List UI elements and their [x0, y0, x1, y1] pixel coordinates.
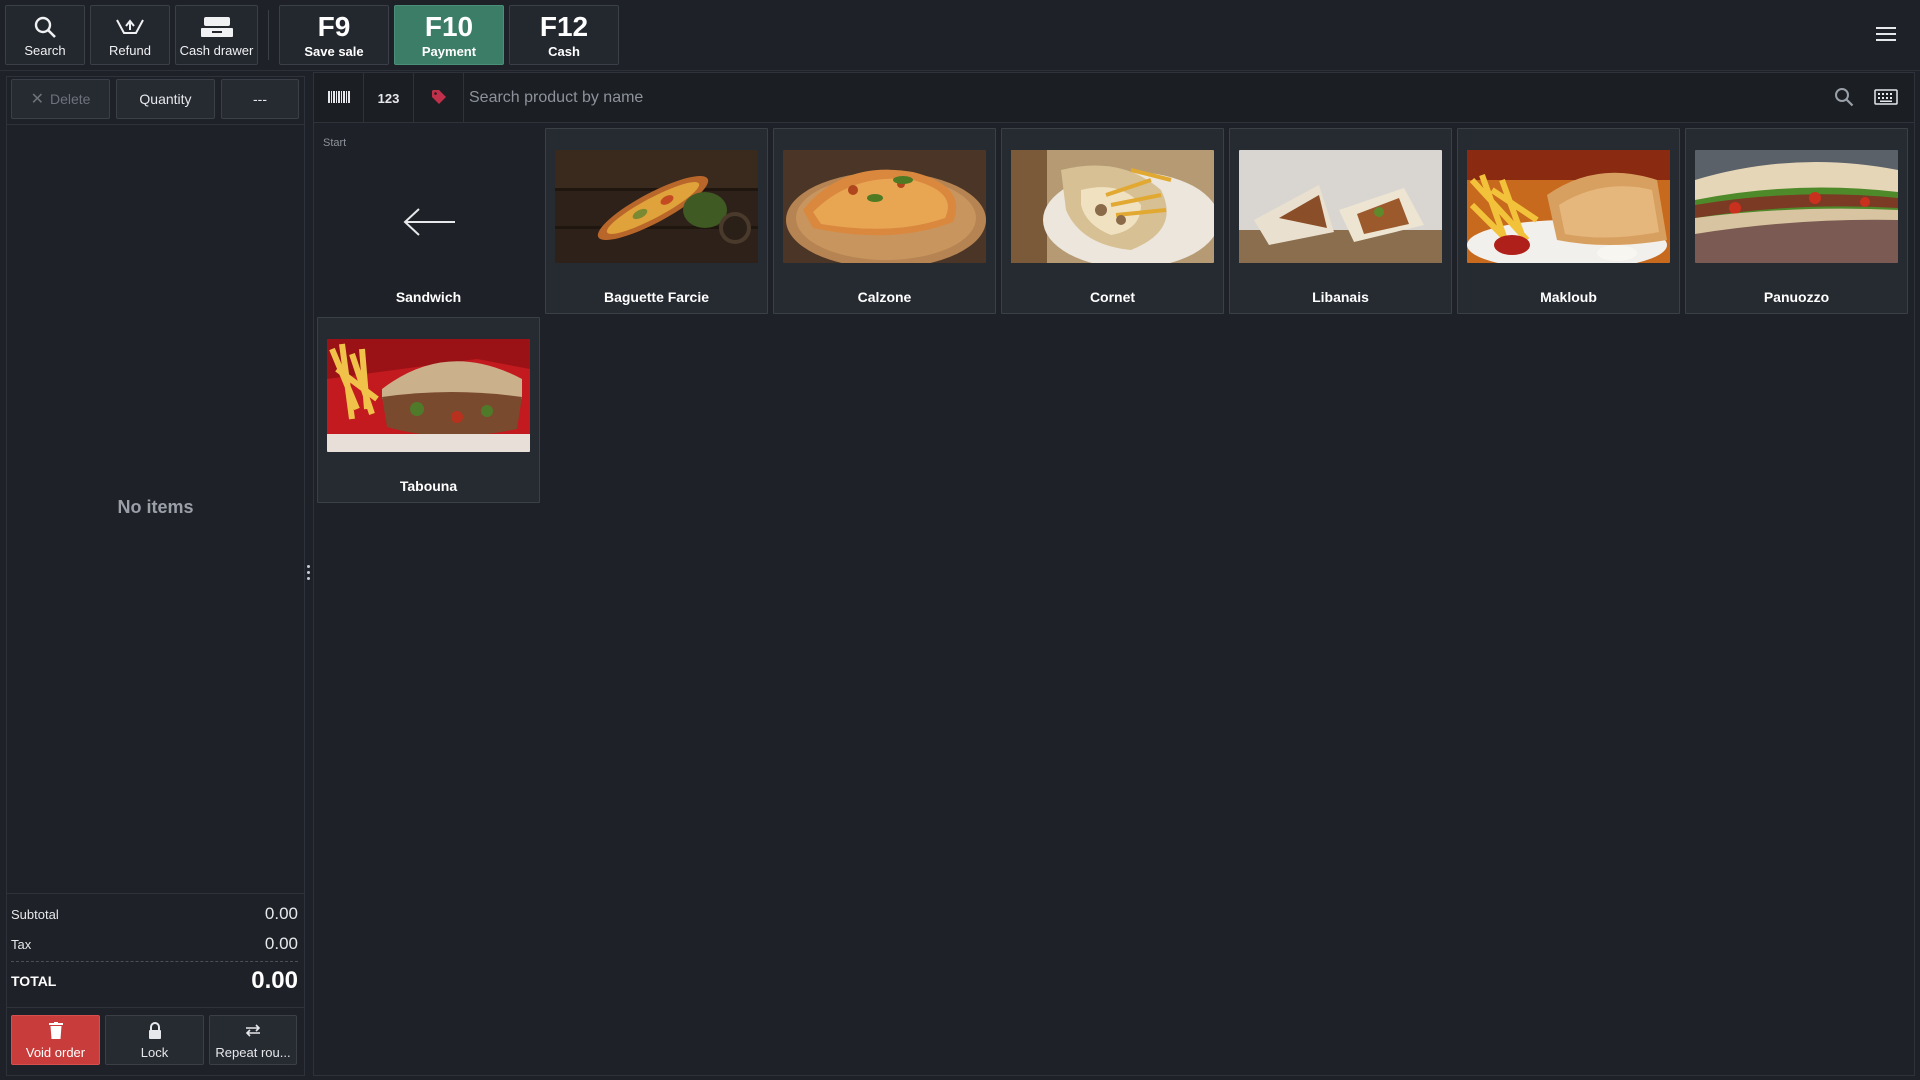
- f9-key-label: F9: [317, 10, 351, 42]
- delete-button[interactable]: ✕ Delete: [11, 79, 110, 119]
- save-sale-label: Save sale: [304, 43, 364, 59]
- product-search-input[interactable]: [469, 81, 1769, 115]
- void-order-label: Void order: [25, 1045, 86, 1060]
- quantity-label: Quantity: [139, 91, 192, 107]
- product-image: [327, 339, 530, 452]
- product-tile[interactable]: Tabouna: [317, 317, 540, 503]
- f10-key-label: F10: [424, 10, 474, 42]
- top-toolbar: Search Refund Cash drawer F9 Save sale F…: [0, 0, 1920, 71]
- category-name: Sandwich: [395, 289, 462, 305]
- search-icon: [33, 15, 57, 42]
- product-area: 123 Start Sandwich: [313, 72, 1915, 1076]
- product-name: Makloub: [1540, 289, 1597, 305]
- product-image: [783, 150, 986, 263]
- order-panel: ✕ Delete Quantity --- No items Subtotal …: [6, 76, 305, 1076]
- product-tile[interactable]: Makloub: [1457, 128, 1680, 314]
- barcode-icon: [327, 90, 350, 106]
- total-row: TOTAL 0.00: [11, 967, 298, 995]
- menu-icon[interactable]: [1876, 27, 1896, 45]
- panel-resize-handle[interactable]: [307, 565, 310, 583]
- product-image: [1239, 150, 1442, 263]
- product-name: Baguette Farcie: [603, 289, 710, 305]
- cash-drawer-button[interactable]: Cash drawer: [175, 5, 258, 65]
- totals-divider: [7, 893, 304, 894]
- divider: [7, 1007, 304, 1008]
- cash-button[interactable]: F12 Cash: [509, 5, 619, 65]
- product-image: [1467, 150, 1670, 263]
- product-name: Libanais: [1312, 289, 1369, 305]
- product-image: [1011, 150, 1214, 263]
- product-tile[interactable]: Panuozzo: [1685, 128, 1908, 314]
- total-value: 0.00: [251, 967, 298, 994]
- delete-label: Delete: [49, 91, 91, 107]
- void-order-button[interactable]: Void order: [11, 1015, 100, 1065]
- cash-drawer-icon: [199, 15, 235, 42]
- product-tile[interactable]: Baguette Farcie: [545, 128, 768, 314]
- numeric-label: 123: [377, 90, 400, 106]
- divider: [7, 124, 304, 125]
- subtotal-value: 0.00: [264, 904, 298, 923]
- repeat-round-button[interactable]: Repeat rou...: [209, 1015, 297, 1065]
- quantity-button[interactable]: Quantity: [116, 79, 215, 119]
- subtotal-label: Subtotal: [11, 906, 59, 922]
- back-category-tile[interactable]: Start Sandwich: [317, 128, 540, 314]
- save-sale-button[interactable]: F9 Save sale: [279, 5, 389, 65]
- product-tile[interactable]: Libanais: [1229, 128, 1452, 314]
- tag-icon: [431, 89, 447, 108]
- numeric-keypad-button[interactable]: 123: [364, 73, 414, 123]
- search-button[interactable]: Search: [5, 5, 85, 65]
- product-name: Cornet: [1089, 289, 1136, 305]
- order-actions: ✕ Delete Quantity ---: [11, 79, 300, 121]
- product-image: [555, 150, 758, 263]
- close-icon: ✕: [30, 91, 44, 108]
- total-label: TOTAL: [11, 973, 57, 989]
- tag-filter-button[interactable]: [414, 73, 464, 123]
- payment-label: Payment: [421, 43, 477, 59]
- repeat-icon: [244, 1022, 262, 1041]
- search-bar: 123: [314, 73, 1914, 123]
- search-icon[interactable]: [1834, 87, 1854, 110]
- dashed-divider: [11, 961, 298, 962]
- trash-icon: [48, 1022, 63, 1042]
- arrow-left-icon: [403, 207, 457, 240]
- refund-icon: [114, 15, 146, 42]
- tax-value: 0.00: [264, 934, 298, 953]
- product-name: Tabouna: [399, 478, 458, 494]
- refund-button[interactable]: Refund: [90, 5, 170, 65]
- product-tile[interactable]: Calzone: [773, 128, 996, 314]
- cash-label: Cash: [548, 43, 580, 59]
- payment-button[interactable]: F10 Payment: [394, 5, 504, 65]
- barcode-button[interactable]: [314, 73, 364, 123]
- tax-row: Tax 0.00: [11, 934, 298, 954]
- toolbar-divider: [268, 10, 269, 60]
- product-name: Calzone: [857, 289, 912, 305]
- more-actions-button[interactable]: ---: [221, 79, 299, 119]
- lock-icon: [148, 1022, 162, 1042]
- search-button-label: Search: [24, 43, 66, 58]
- cash-drawer-button-label: Cash drawer: [179, 43, 254, 58]
- tax-label: Tax: [11, 936, 32, 952]
- f12-key-label: F12: [539, 10, 589, 42]
- lock-button[interactable]: Lock: [105, 1015, 204, 1065]
- empty-cart-message: No items: [117, 497, 194, 517]
- refund-button-label: Refund: [109, 43, 151, 58]
- product-tile[interactable]: Cornet: [1001, 128, 1224, 314]
- product-image: [1695, 150, 1898, 263]
- lock-label: Lock: [140, 1045, 169, 1060]
- product-name: Panuozzo: [1763, 289, 1830, 305]
- repeat-round-label: Repeat rou...: [215, 1045, 291, 1060]
- breadcrumb: Start: [323, 137, 347, 149]
- subtotal-row: Subtotal 0.00: [11, 904, 298, 924]
- more-actions-label: ---: [253, 91, 267, 107]
- keyboard-icon[interactable]: [1874, 89, 1898, 108]
